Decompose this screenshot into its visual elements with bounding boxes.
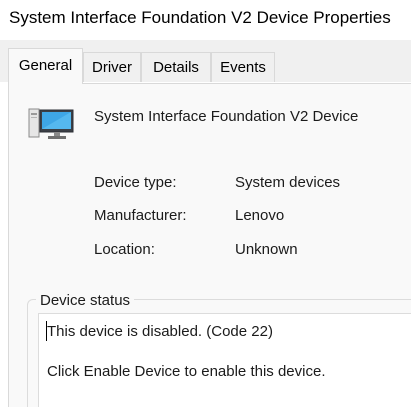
location-value: Unknown [235, 241, 298, 258]
device-status-legend: Device status [36, 292, 135, 309]
window-title: System Interface Foundation V2 Device Pr… [9, 8, 391, 27]
status-message-line: This device is disabled. (Code 22) [47, 323, 273, 340]
device-type-label: Device type: [94, 174, 177, 191]
device-properties-window: System Interface Foundation V2 Device Pr… [0, 0, 411, 407]
device-type-value: System devices [235, 174, 341, 191]
computer-monitor-icon [27, 105, 75, 143]
tab-events[interactable]: Events [211, 52, 275, 82]
title-bar: System Interface Foundation V2 Device Pr… [0, 0, 411, 40]
status-hint-line: Click Enable Device to enable this devic… [47, 363, 326, 380]
tab-general[interactable]: General [8, 48, 83, 84]
device-name: System Interface Foundation V2 Device [94, 108, 359, 125]
location-label: Location: [94, 241, 155, 258]
manufacturer-label: Manufacturer: [94, 207, 187, 224]
tab-driver[interactable]: Driver [83, 52, 141, 82]
tab-details[interactable]: Details [141, 52, 211, 82]
manufacturer-value: Lenovo [235, 207, 285, 224]
